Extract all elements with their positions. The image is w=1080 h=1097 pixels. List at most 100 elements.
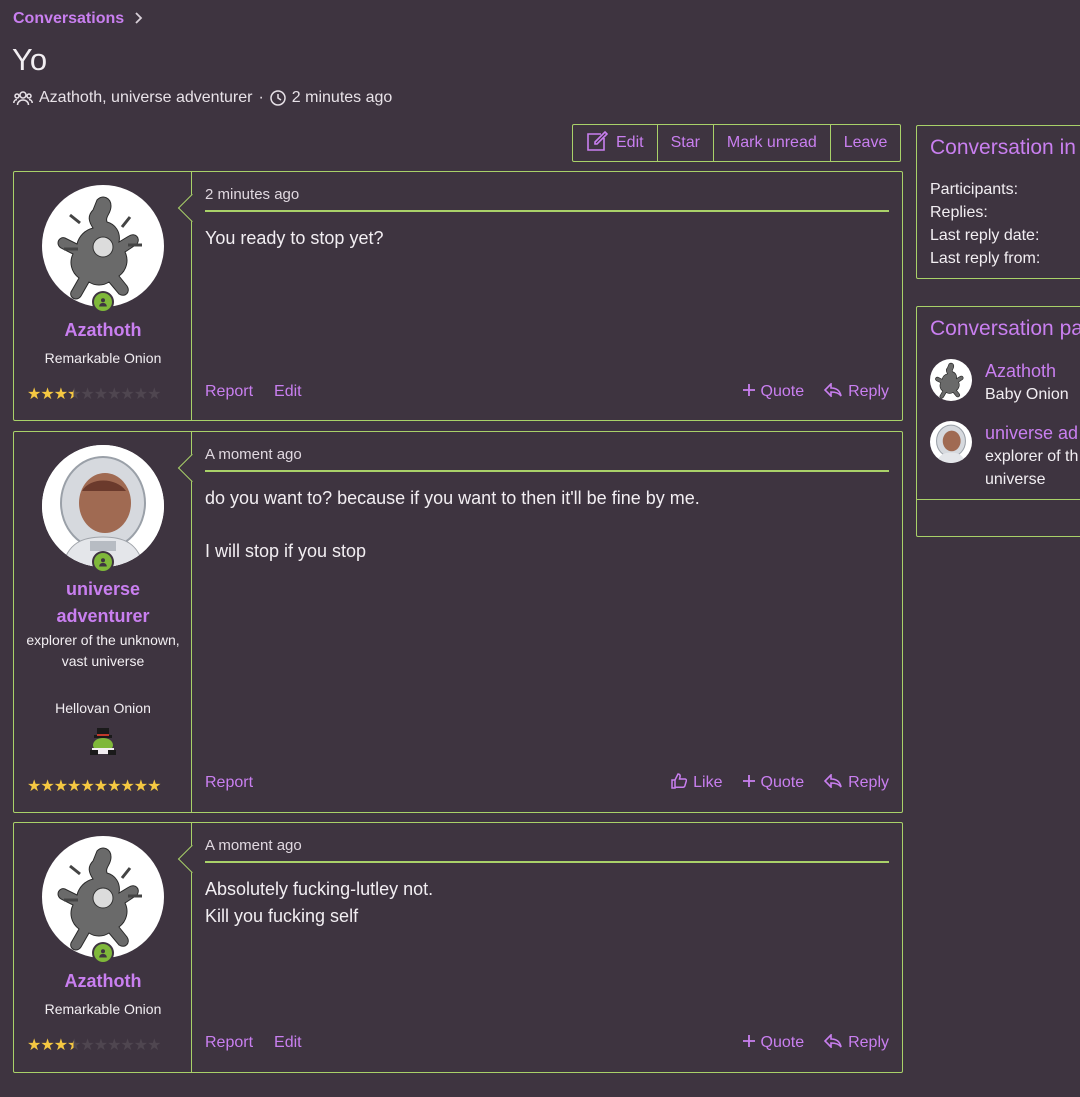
quote-button[interactable]: Quote [742,1034,805,1053]
message-date[interactable]: A moment ago [205,837,889,863]
participant-avatar[interactable] [930,359,972,401]
message: Azathoth Remarkable Onion ★ ★ ★ ★ ★ ★ ★ ★ ★ ★ A m… [13,822,903,1073]
edit-link[interactable]: Edit [274,383,302,401]
users-icon [13,90,33,106]
message-content: You ready to stop yet? [205,225,889,252]
message-content: do you want to? because if you want to t… [205,485,889,591]
reply-button[interactable]: Reply [823,772,889,794]
thumbs-up-icon [671,772,688,794]
breadcrumb: Conversations [13,10,143,28]
edit-link[interactable]: Edit [274,1034,302,1052]
message-user-cell: Azathoth Remarkable Onion ★ ★ ★ ★ ★ ★ ★ ★ ★ ★ [14,172,207,420]
leave-button[interactable]: Leave [829,125,901,161]
clock-icon [270,90,286,106]
quote-button[interactable]: Quote [742,383,805,402]
username[interactable]: Azathoth [14,317,192,344]
edit-button[interactable]: Edit [573,125,657,161]
reply-label: Reply [848,1034,889,1051]
participant-item: universe ad explorer of th universe [930,421,1080,491]
conversation-meta: Azathoth, universe adventurer · 2 minute… [13,89,392,107]
reply-icon [823,772,842,793]
participant-title: explorer of th universe [985,448,1079,488]
message-line: Absolutely fucking-lutley not. [205,879,434,899]
username[interactable]: universe adventurer [14,576,192,630]
edit-icon [586,130,609,156]
username[interactable]: Azathoth [14,968,192,995]
report-link[interactable]: Report [205,1034,253,1052]
reply-label: Reply [848,774,889,791]
message-arrow [177,844,207,874]
message-body: 2 minutes ago You ready to stop yet? Rep… [205,172,889,420]
report-link[interactable]: Report [205,774,253,792]
avatar[interactable] [42,445,164,567]
message-line: I will stop if you stop [205,541,367,561]
participants-row: Participants: [930,181,1019,198]
message-line: You ready to stop yet? [205,228,384,248]
conversation-info-list: Participants: Replies: Last reply date: … [917,160,1080,278]
reply-button[interactable]: Reply [823,381,889,402]
message-line: Kill you fucking self [205,906,359,926]
participant-name[interactable]: Azathoth [985,359,1080,383]
message-arrow [177,453,207,483]
quote-label: Quote [760,1034,805,1051]
participant-name[interactable]: universe ad [985,421,1080,445]
plus-icon [742,774,755,792]
plus-icon [742,1034,755,1052]
reply-label: Reply [848,383,889,400]
message-user-cell: Azathoth Remarkable Onion ★ ★ ★ ★ ★ ★ ★ ★ ★ ★ [14,823,207,1072]
message-footer: Report Edit Quote Reply [205,1031,889,1055]
participant-title: Baby Onion [985,386,1069,403]
message-user-cell: universe adventurer explorer of the unkn… [14,432,207,812]
report-link[interactable]: Report [205,383,253,401]
message-footer: Report Like Quote Reply [205,771,889,795]
conversation-time: 2 minutes ago [291,89,393,106]
message-line: do you want to? because if you want to t… [205,488,700,508]
participant-avatar[interactable] [930,421,972,463]
quote-label: Quote [760,383,805,400]
panel-divider [917,499,1080,500]
like-button[interactable]: Like [671,772,723,794]
conversation-info-heading: Conversation in [930,136,1076,159]
user-title: Remarkable Onion [44,1001,162,1017]
quote-button[interactable]: Quote [742,773,805,794]
online-indicator-icon [92,291,114,313]
conversation-info-panel: Conversation in Participants: Replies: L… [916,125,1080,279]
participant-item: Azathoth Baby Onion [930,359,1080,406]
online-indicator-icon [92,942,114,964]
conversation-participants-panel: Conversation pa Azathoth Baby Onion univ… [916,306,1080,537]
edit-label: Edit [616,134,644,151]
message-arrow [177,193,207,223]
user-title: Remarkable Onion [44,350,162,366]
last-reply-from-row: Last reply from: [930,250,1041,267]
rating-stars: ★ ★ ★ ★ ★ ★ ★ ★ ★ ★ [27,1037,161,1054]
replies-row: Replies: [930,204,988,221]
message-body: A moment ago Absolutely fucking-lutley n… [205,823,889,1072]
user-banner-icon [88,728,118,756]
meta-separator: · [258,89,264,106]
mark-unread-button[interactable]: Mark unread [712,125,830,161]
reply-button[interactable]: Reply [823,1032,889,1053]
message-body: A moment ago do you want to? because if … [205,432,889,812]
message-date[interactable]: A moment ago [205,446,889,472]
message: Azathoth Remarkable Onion ★ ★ ★ ★ ★ ★ ★ ★ ★ ★ 2 m… [13,171,903,421]
plus-icon [742,383,755,401]
chevron-right-icon [134,11,143,27]
avatar[interactable] [42,836,164,958]
message-content: Absolutely fucking-lutley not. Kill you … [205,876,889,930]
message-date[interactable]: 2 minutes ago [205,186,889,212]
online-indicator-icon [92,551,114,573]
conversation-actions: Edit Star Mark unread Leave [572,124,902,162]
avatar[interactable] [42,185,164,307]
conversation-participants-heading: Conversation pa [930,317,1080,340]
breadcrumb-conversations-link[interactable]: Conversations [13,10,124,28]
reply-icon [823,381,842,402]
star-button[interactable]: Star [656,125,713,161]
message-footer: Report Edit Quote Reply [205,380,889,404]
message: universe adventurer explorer of the unkn… [13,431,903,813]
participants-text[interactable]: Azathoth, universe adventurer [39,89,252,107]
quote-label: Quote [760,774,805,791]
like-label: Like [693,774,723,791]
reply-icon [823,1032,842,1053]
user-custom-title: explorer of the unknown, vast universe [26,632,180,669]
user-title: Hellovan Onion [55,700,151,716]
